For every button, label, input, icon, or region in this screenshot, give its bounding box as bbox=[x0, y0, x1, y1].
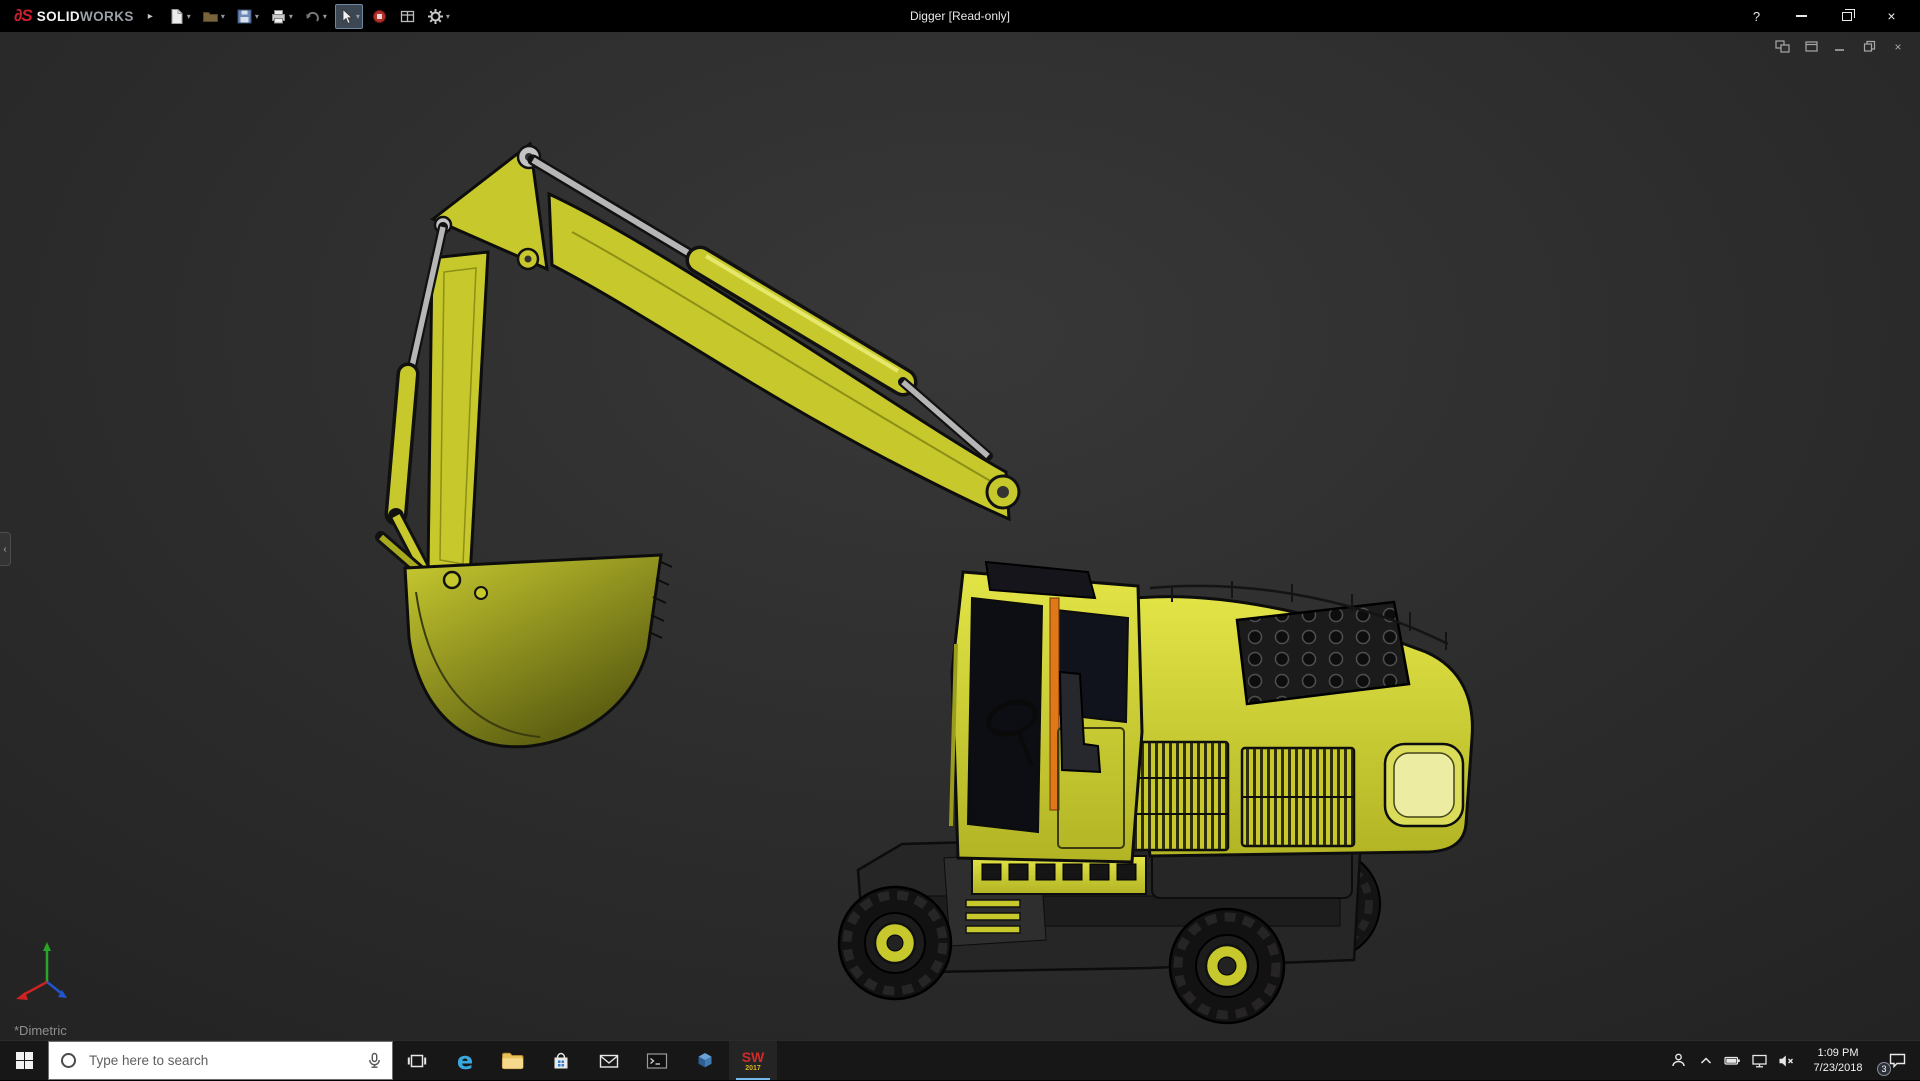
taskbar-app-edge[interactable]: e bbox=[441, 1041, 489, 1080]
save-button[interactable]: ▾ bbox=[233, 4, 262, 29]
doc-cascade-button[interactable] bbox=[1801, 38, 1821, 55]
chevron-up-icon bbox=[1700, 1056, 1711, 1064]
doc-minimize-button[interactable] bbox=[1830, 38, 1850, 55]
window-controls: ? × bbox=[1734, 0, 1914, 32]
open-document-button[interactable]: ▾ bbox=[199, 4, 228, 29]
edge-icon: e bbox=[456, 1046, 474, 1075]
battery-button[interactable] bbox=[1719, 1041, 1746, 1081]
quick-toolbar: ▾ ▾ ▾ ▾ ▾ ▾ ▾ bbox=[165, 3, 453, 29]
view-orientation-label: *Dimetric bbox=[14, 1023, 67, 1038]
taskbar-app-file-explorer[interactable] bbox=[489, 1041, 537, 1080]
store-icon bbox=[554, 1052, 568, 1068]
feature-tree-flyout-tab[interactable]: ‹ bbox=[0, 532, 11, 566]
windows-taskbar: e SW 2017 bbox=[0, 1040, 1920, 1080]
engine-grilles[interactable] bbox=[1102, 740, 1356, 852]
dipper-arm[interactable] bbox=[426, 250, 490, 580]
cab-steps bbox=[965, 899, 1021, 934]
network-button[interactable] bbox=[1746, 1041, 1773, 1081]
task-view-button[interactable] bbox=[393, 1041, 441, 1080]
save-floppy-icon bbox=[236, 8, 253, 25]
select-cursor-icon bbox=[338, 8, 354, 25]
rear-window-panel[interactable] bbox=[1383, 742, 1465, 828]
apps-button[interactable] bbox=[368, 4, 391, 29]
windows-logo-icon bbox=[15, 1052, 33, 1069]
solidworks-2017-icon: SW 2017 bbox=[741, 1048, 765, 1072]
titlebar: ∂S SOLIDWORKS ▸ ▾ ▾ ▾ ▾ ▾ ▾ ▾ Digger [Re… bbox=[0, 0, 1920, 32]
save-dropdown-icon[interactable]: ▾ bbox=[255, 12, 259, 21]
gear-icon bbox=[427, 8, 444, 25]
microphone-icon[interactable] bbox=[366, 1052, 383, 1074]
taskbar-app-mail[interactable] bbox=[585, 1041, 633, 1080]
start-button[interactable] bbox=[0, 1041, 48, 1080]
people-icon bbox=[1672, 1053, 1685, 1067]
bucket[interactable] bbox=[403, 553, 673, 749]
taskbar-app-store[interactable] bbox=[537, 1041, 585, 1080]
network-icon bbox=[1752, 1054, 1767, 1068]
new-document-dropdown-icon[interactable]: ▾ bbox=[187, 12, 191, 21]
volume-muted-icon bbox=[1779, 1055, 1793, 1066]
mail-icon bbox=[599, 1054, 619, 1068]
taskbar-clock[interactable]: 1:09 PM 7/23/2018 bbox=[1800, 1046, 1876, 1075]
graphics-viewport[interactable]: × ‹ *Dimetric bbox=[0, 32, 1920, 1040]
bucket-cylinder-top[interactable] bbox=[527, 154, 993, 461]
file-explorer-icon bbox=[501, 1052, 524, 1069]
terminal-icon bbox=[646, 1052, 668, 1069]
doc-close-button[interactable]: × bbox=[1888, 38, 1908, 55]
cab-windshield[interactable] bbox=[966, 596, 1044, 834]
options-dropdown-icon[interactable]: ▾ bbox=[446, 12, 450, 21]
taskbar-app-solidworks[interactable]: SW 2017 bbox=[729, 1041, 777, 1080]
new-document-button[interactable]: ▾ bbox=[165, 4, 194, 29]
hidden-icons-button[interactable] bbox=[1692, 1041, 1719, 1081]
select-tool-button[interactable]: ▾ bbox=[334, 3, 363, 29]
doc-new-window-button[interactable] bbox=[1772, 38, 1792, 55]
rear-near-wheel[interactable] bbox=[1168, 907, 1286, 1025]
solidworks-logo: ∂S SOLIDWORKS bbox=[6, 6, 142, 26]
open-dropdown-icon[interactable]: ▾ bbox=[221, 12, 225, 21]
restore-icon bbox=[1841, 8, 1855, 21]
open-folder-icon bbox=[202, 8, 219, 25]
solidworks-wordmark: SOLIDWORKS bbox=[36, 8, 134, 24]
taskbar-app-edrawings[interactable] bbox=[681, 1041, 729, 1080]
minimize-button[interactable] bbox=[1779, 0, 1824, 32]
menu-expand-arrow-icon[interactable]: ▸ bbox=[148, 11, 153, 22]
taskbar-app-terminal[interactable] bbox=[633, 1041, 681, 1080]
evaluate-button[interactable] bbox=[396, 4, 419, 29]
cube-icon bbox=[698, 1052, 712, 1067]
clock-date: 7/23/2018 bbox=[1813, 1061, 1863, 1074]
boom-arm[interactable] bbox=[547, 191, 1011, 522]
front-left-wheel[interactable] bbox=[837, 885, 953, 1001]
volume-button[interactable] bbox=[1773, 1041, 1800, 1081]
notification-badge: 3 bbox=[1877, 1061, 1891, 1076]
options-button[interactable]: ▾ bbox=[424, 4, 453, 29]
excavator-model[interactable] bbox=[0, 32, 1920, 1040]
solidworks-logo-glyph: ∂S bbox=[14, 6, 33, 25]
select-dropdown-icon[interactable]: ▾ bbox=[356, 12, 360, 21]
clock-time: 1:09 PM bbox=[1817, 1047, 1859, 1060]
battery-icon bbox=[1724, 1056, 1740, 1065]
boom-pivot[interactable] bbox=[985, 474, 1021, 510]
printer-icon bbox=[270, 8, 287, 25]
search-input[interactable] bbox=[48, 1041, 393, 1080]
apps-icon bbox=[371, 8, 388, 25]
document-window-controls: × bbox=[1772, 38, 1908, 55]
action-center-button[interactable]: 3 bbox=[1876, 1041, 1918, 1081]
help-button[interactable]: ? bbox=[1734, 0, 1779, 32]
minimize-icon bbox=[1796, 15, 1807, 17]
new-document-icon bbox=[168, 8, 185, 25]
close-button[interactable]: × bbox=[1869, 0, 1914, 32]
print-dropdown-icon[interactable]: ▾ bbox=[289, 12, 293, 21]
table-grid-icon bbox=[399, 8, 416, 25]
taskbar-search bbox=[48, 1041, 393, 1080]
undo-arrow-icon bbox=[304, 8, 321, 25]
task-view-icon bbox=[407, 1054, 427, 1067]
system-tray: 1:09 PM 7/23/2018 3 bbox=[1665, 1041, 1920, 1080]
cab[interactable] bbox=[949, 560, 1144, 864]
restore-button[interactable] bbox=[1824, 0, 1869, 32]
orientation-triad bbox=[16, 942, 67, 1000]
undo-button[interactable]: ▾ bbox=[301, 4, 330, 29]
undo-dropdown-icon[interactable]: ▾ bbox=[323, 12, 327, 21]
print-button[interactable]: ▾ bbox=[267, 4, 296, 29]
people-button[interactable] bbox=[1665, 1041, 1692, 1081]
doc-restore-button[interactable] bbox=[1859, 38, 1879, 55]
